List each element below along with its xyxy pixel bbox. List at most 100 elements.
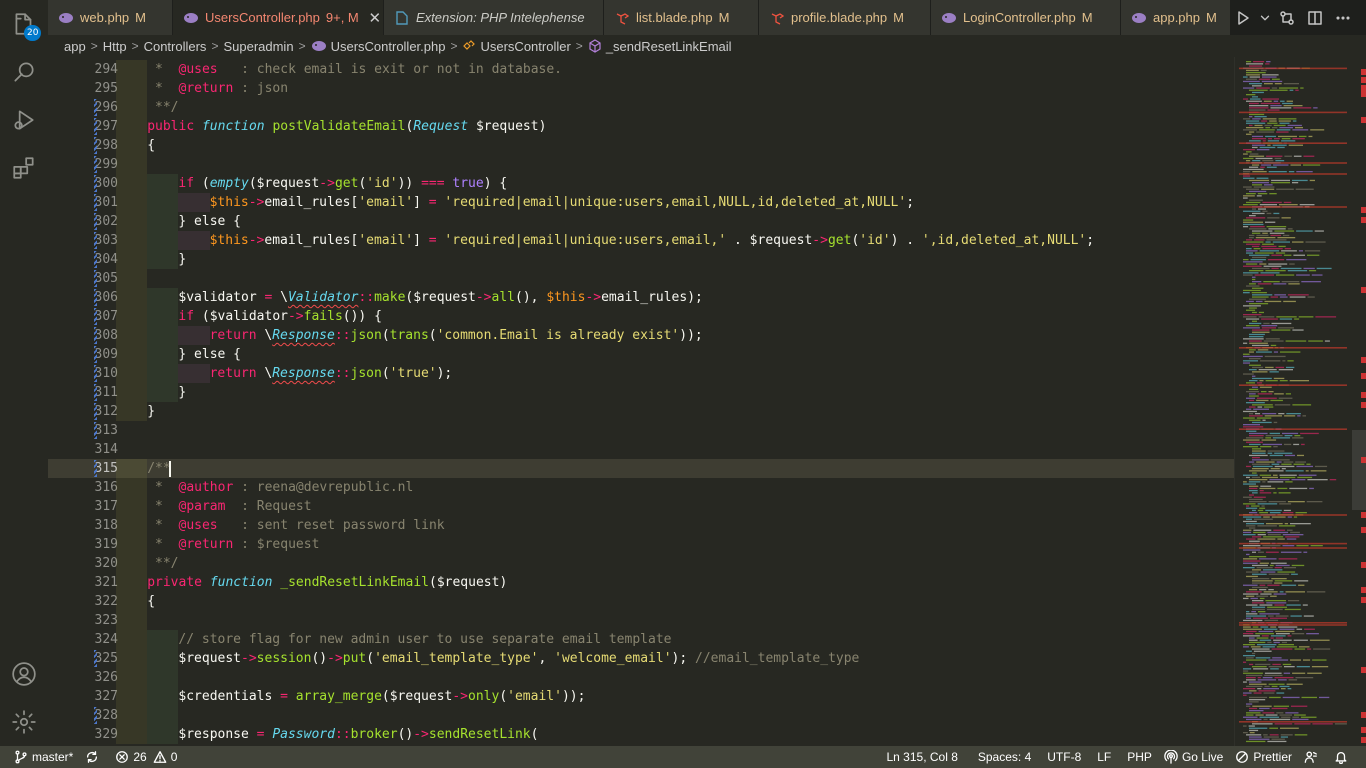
minimap-code-line xyxy=(1249,637,1255,639)
code-line[interactable]: 297 public function postValidateEmail(Req… xyxy=(48,117,1234,136)
encoding[interactable]: UTF-8 xyxy=(1041,746,1087,768)
code-line[interactable]: 318 * @uses : sent reset password link xyxy=(48,516,1234,535)
code-line[interactable]: 311} xyxy=(48,383,1234,402)
notifications-button[interactable] xyxy=(1328,746,1358,768)
code-line[interactable]: 300 if (empty($request->get('id')) === tr… xyxy=(48,174,1234,193)
gutter-change-marker[interactable] xyxy=(94,251,97,268)
minimap[interactable] xyxy=(1234,57,1352,746)
gutter-change-marker[interactable] xyxy=(94,327,97,344)
gutter-change-marker[interactable] xyxy=(94,175,97,192)
gutter-change-marker[interactable] xyxy=(94,422,97,439)
search-icon[interactable] xyxy=(0,48,48,96)
breadcrumb-file[interactable]: UsersController.php xyxy=(331,39,446,54)
indentation[interactable]: Spaces: 4 xyxy=(972,746,1037,768)
branch-indicator[interactable]: master* xyxy=(8,746,79,768)
tab-extension-intelephense[interactable]: Extension: PHP Intelephense xyxy=(384,0,604,35)
code-line[interactable]: 325 $request->session()->put('email_templ… xyxy=(48,649,1234,668)
tab-web-php[interactable]: web.php M xyxy=(48,0,173,35)
code-line[interactable]: 305 xyxy=(48,269,1234,288)
code-line[interactable]: 317 * @param : Request xyxy=(48,497,1234,516)
breadcrumb-http[interactable]: Http xyxy=(103,39,127,54)
code-line[interactable]: 299 xyxy=(48,155,1234,174)
code-line[interactable]: 307 if ($validator->fails()) { xyxy=(48,307,1234,326)
code-line[interactable]: 314 xyxy=(48,440,1234,459)
breadcrumb-controllers[interactable]: Controllers xyxy=(144,39,207,54)
sync-button[interactable] xyxy=(79,746,109,768)
editor-scrollbar[interactable] xyxy=(1352,57,1366,746)
breadcrumb-app[interactable]: app xyxy=(64,39,86,54)
scrollbar-thumb[interactable] xyxy=(1352,430,1366,510)
gutter-change-marker[interactable] xyxy=(94,707,97,724)
settings-gear-icon[interactable] xyxy=(0,698,48,746)
explorer-icon[interactable]: 20 xyxy=(0,0,48,48)
gutter-change-marker[interactable] xyxy=(94,118,97,135)
code-line[interactable]: 324 // store flag for new admin user to u… xyxy=(48,630,1234,649)
prettier-button[interactable]: Prettier xyxy=(1229,746,1298,768)
run-debug-icon[interactable] xyxy=(0,96,48,144)
problems-indicator[interactable]: 26 0 xyxy=(109,746,183,768)
compare-changes-icon[interactable] xyxy=(1274,5,1300,31)
code-line[interactable]: 303 $this->email_rules['email'] = 'requir… xyxy=(48,231,1234,250)
language-mode[interactable]: PHP xyxy=(1121,746,1158,768)
gutter-change-marker[interactable] xyxy=(94,156,97,173)
split-editor-icon[interactable] xyxy=(1302,5,1328,31)
cursor-position[interactable]: Ln 315, Col 8 xyxy=(880,746,963,768)
code-line[interactable]: 298 { xyxy=(48,136,1234,155)
code-editor[interactable]: 294 * @uses : check email is exit or not… xyxy=(48,57,1234,746)
breadcrumb-superadmin[interactable]: Superadmin xyxy=(223,39,293,54)
code-line[interactable]: 328 xyxy=(48,706,1234,725)
tab-app-php[interactable]: app.php M xyxy=(1121,0,1231,35)
gutter-change-marker[interactable] xyxy=(94,365,97,382)
code-line[interactable]: 315 /** xyxy=(48,459,1234,478)
code-line[interactable]: 296 **/ xyxy=(48,98,1234,117)
gutter-change-marker[interactable] xyxy=(94,308,97,325)
tab-list-blade[interactable]: list.blade.php M xyxy=(604,0,759,35)
tab-profile-blade[interactable]: profile.blade.php M xyxy=(759,0,931,35)
gutter-change-marker[interactable] xyxy=(94,289,97,306)
close-icon[interactable]: ✕ xyxy=(367,10,383,27)
code-line[interactable]: 322 { xyxy=(48,592,1234,611)
gutter-change-marker[interactable] xyxy=(94,460,97,477)
code-line[interactable]: 301 $this->email_rules['email'] = 'requir… xyxy=(48,193,1234,212)
breadcrumb-method[interactable]: _sendResetLinkEmail xyxy=(606,39,732,54)
gutter-change-marker[interactable] xyxy=(94,232,97,249)
gutter-change-marker[interactable] xyxy=(94,194,97,211)
gutter-change-marker[interactable] xyxy=(94,270,97,287)
gutter-change-marker[interactable] xyxy=(94,384,97,401)
code-line[interactable]: 327 $credentials = array_merge($request->… xyxy=(48,687,1234,706)
end-of-line[interactable]: LF xyxy=(1091,746,1117,768)
gutter-change-marker[interactable] xyxy=(94,650,97,667)
code-line[interactable]: 302} else { xyxy=(48,212,1234,231)
code-line[interactable]: 316 * @author : reena@devrepublic.nl xyxy=(48,478,1234,497)
code-line[interactable]: 295 * @return : json xyxy=(48,79,1234,98)
tab-logincontroller-php[interactable]: LoginController.php M xyxy=(931,0,1121,35)
more-actions-icon[interactable] xyxy=(1330,5,1356,31)
feedback-button[interactable] xyxy=(1298,746,1328,768)
gutter-change-marker[interactable] xyxy=(94,213,97,230)
code-line[interactable]: 329 $response = Password::broker()->sendR… xyxy=(48,725,1234,744)
code-line[interactable]: 308 return \Response::json(trans('common.… xyxy=(48,326,1234,345)
run-play-icon[interactable] xyxy=(1230,5,1256,31)
code-line[interactable]: 321 private function _sendResetLinkEmail(… xyxy=(48,573,1234,592)
go-live-button[interactable]: Go Live xyxy=(1158,746,1229,768)
breadcrumb-class[interactable]: UsersController xyxy=(480,39,570,54)
gutter-change-marker[interactable] xyxy=(94,137,97,154)
code-line[interactable]: 304} xyxy=(48,250,1234,269)
tab-userscontroller-php[interactable]: UsersController.php 9+, M ✕ xyxy=(173,0,384,35)
code-line[interactable]: 294 * @uses : check email is exit or not… xyxy=(48,60,1234,79)
gutter-change-marker[interactable] xyxy=(94,99,97,116)
code-line[interactable]: 323 xyxy=(48,611,1234,630)
code-line[interactable]: 319 * @return : $request xyxy=(48,535,1234,554)
code-line[interactable]: 306 $validator = \Validator::make($reques… xyxy=(48,288,1234,307)
code-line[interactable]: 313 xyxy=(48,421,1234,440)
code-line[interactable]: 312} xyxy=(48,402,1234,421)
code-line[interactable]: 309} else { xyxy=(48,345,1234,364)
gutter-change-marker[interactable] xyxy=(94,346,97,363)
code-line[interactable]: 310 return \Response::json('true'); xyxy=(48,364,1234,383)
code-line[interactable]: 326 xyxy=(48,668,1234,687)
chevron-down-icon[interactable] xyxy=(1258,5,1272,31)
account-icon[interactable] xyxy=(0,650,48,698)
code-line[interactable]: 320 **/ xyxy=(48,554,1234,573)
extensions-icon[interactable] xyxy=(0,144,48,192)
gutter-change-marker[interactable] xyxy=(94,403,97,420)
